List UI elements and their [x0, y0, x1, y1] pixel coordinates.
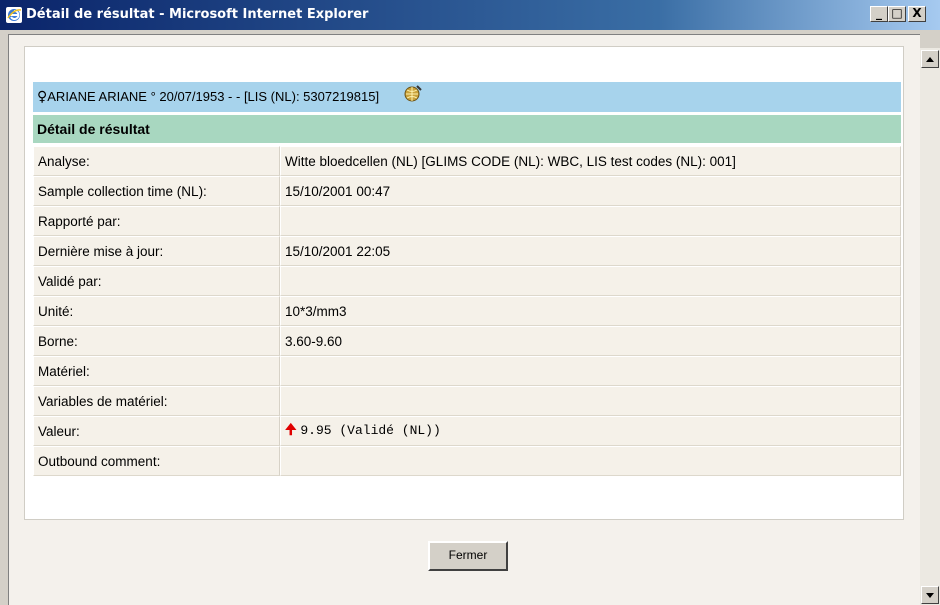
row-label: Dernière mise à jour: — [33, 236, 280, 266]
section-header: Détail de résultat — [33, 115, 901, 143]
table-row: Matériel: — [33, 356, 901, 386]
row-label: Rapporté par: — [33, 206, 280, 236]
row-label: Variables de matériel: — [33, 386, 280, 416]
table-row: Sample collection time (NL): 15/10/2001 … — [33, 176, 901, 206]
arrow-down-icon — [926, 593, 934, 598]
row-value: 🠉 9.95 (Validé (NL)) — [280, 416, 901, 446]
row-value — [280, 446, 901, 476]
table-row: Variables de matériel: — [33, 386, 901, 416]
row-label: Analyse: — [33, 146, 280, 176]
row-label: Validé par: — [33, 266, 280, 296]
fermer-button[interactable]: Fermer — [428, 541, 508, 571]
row-label: Unité: — [33, 296, 280, 326]
row-value: 3.60-9.60 — [280, 326, 901, 356]
row-label: Valeur: — [33, 416, 280, 446]
result-value: 9.95 (Validé (NL)) — [300, 423, 441, 438]
window-titlebar[interactable]: Détail de résultat - Microsoft Internet … — [0, 0, 940, 30]
row-label: Outbound comment: — [33, 446, 280, 476]
vertical-scrollbar[interactable] — [920, 48, 940, 605]
table-row: Borne: 3.60-9.60 — [33, 326, 901, 356]
row-label: Matériel: — [33, 356, 280, 386]
row-value: 10*3/mm3 — [280, 296, 901, 326]
table-row: Unité: 10*3/mm3 — [33, 296, 901, 326]
window-title: Détail de résultat - Microsoft Internet … — [26, 7, 369, 22]
minimize-button[interactable]: _ — [870, 6, 888, 22]
internet-explorer-icon — [6, 7, 22, 23]
patient-header: ♀ARIANE ARIANE ° 20/07/1953 - - [LIS (NL… — [33, 82, 901, 112]
globe-icon[interactable] — [403, 83, 423, 113]
table-row: Valeur: 🠉 9.95 (Validé (NL)) — [33, 416, 901, 446]
scroll-up-button[interactable] — [921, 50, 939, 68]
row-value — [280, 356, 901, 386]
row-label: Borne: — [33, 326, 280, 356]
row-value — [280, 386, 901, 416]
table-row: Outbound comment: — [33, 446, 901, 476]
row-label: Sample collection time (NL): — [33, 176, 280, 206]
maximize-button[interactable]: □ — [888, 6, 906, 22]
table-row: Rapporté par: — [33, 206, 901, 236]
row-value — [280, 206, 901, 236]
up-arrow-icon: 🠉 — [285, 422, 297, 438]
table-row: Dernière mise à jour: 15/10/2001 22:05 — [33, 236, 901, 266]
row-value: 15/10/2001 00:47 — [280, 176, 901, 206]
row-value: Witte bloedcellen (NL) [GLIMS CODE (NL):… — [280, 146, 901, 176]
scroll-down-button[interactable] — [921, 586, 939, 604]
female-icon: ♀ — [37, 89, 48, 105]
table-row: Analyse: Witte bloedcellen (NL) [GLIMS C… — [33, 146, 901, 176]
close-window-button[interactable]: X — [908, 6, 926, 22]
patient-info: ARIANE ARIANE ° 20/07/1953 - - [LIS (NL)… — [47, 89, 380, 104]
row-value — [280, 266, 901, 296]
row-value: 15/10/2001 22:05 — [280, 236, 901, 266]
arrow-up-icon — [926, 57, 934, 62]
table-row: Validé par: — [33, 266, 901, 296]
result-detail-table: Analyse: Witte bloedcellen (NL) [GLIMS C… — [33, 146, 901, 476]
